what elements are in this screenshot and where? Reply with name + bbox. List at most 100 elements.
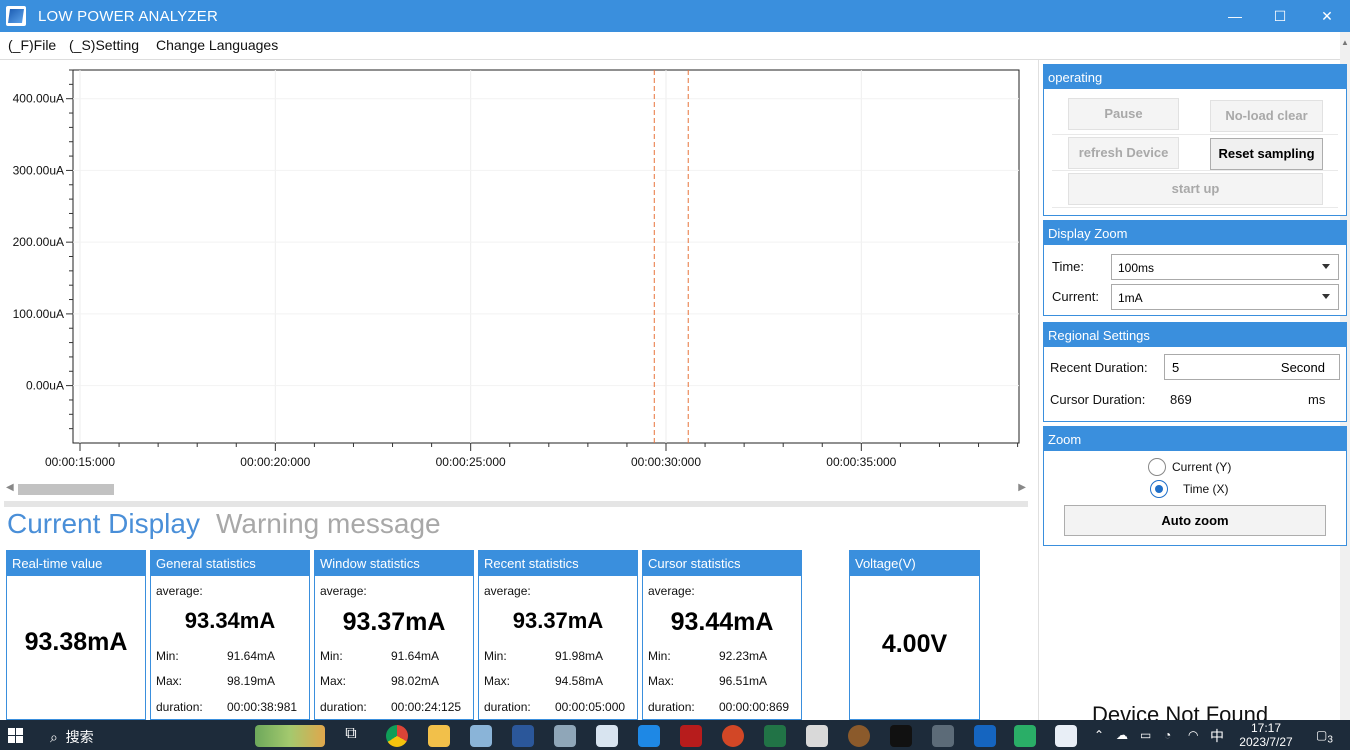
cursor-average-label: average:	[648, 584, 695, 598]
y-tick-label: 400.00uA	[13, 92, 64, 106]
network-app-icon[interactable]	[554, 725, 576, 747]
chevron-down-icon	[1322, 264, 1330, 269]
realtime-panel-title: Real-time value	[7, 551, 145, 576]
chart-horizontal-scrollbar[interactable]: ◀ ▶	[6, 480, 1026, 498]
minimize-button[interactable]: —	[1220, 4, 1250, 28]
window-duration-value: 00:00:24:125	[391, 700, 462, 714]
app-icon[interactable]	[932, 725, 954, 747]
clock-date: 2023/7/27	[1239, 735, 1293, 749]
noload-clear-button[interactable]: No-load clear	[1210, 100, 1323, 132]
general-average-label: average:	[156, 584, 203, 598]
app-icon[interactable]	[806, 725, 828, 747]
taskbar-clock[interactable]: 17:17 2023/7/27	[1236, 721, 1296, 749]
headset-icon[interactable]: ◔	[1164, 728, 1171, 742]
regional-settings-panel: Regional Settings Recent Duration: 5 Sec…	[1043, 322, 1347, 422]
plot-frame	[72, 69, 1020, 444]
right-separator	[1038, 60, 1039, 720]
task-view-icon[interactable]: ⧉	[340, 725, 362, 747]
low-power-analyzer-taskbar-icon[interactable]	[1055, 725, 1077, 747]
wifi-icon[interactable]: ◠	[1188, 728, 1198, 742]
jdm-app-icon[interactable]	[974, 725, 996, 747]
title-bar: LOW POWER ANALYZER — ☐ ✕	[0, 0, 1350, 32]
scroll-left-arrow-icon[interactable]: ◀	[6, 482, 14, 493]
close-button[interactable]: ✕	[1312, 4, 1342, 28]
current-chart[interactable]: 400.00uA 300.00uA 200.00uA 100.00uA 0.00uA 00…	[0, 60, 1030, 500]
notification-count: 3	[1327, 734, 1333, 746]
display-zoom-panel: Display Zoom Time: 100ms Current: 1mA	[1043, 220, 1347, 316]
file-explorer-icon[interactable]	[428, 725, 450, 747]
start-up-button[interactable]: start up	[1068, 173, 1323, 205]
time-x-label[interactable]: Time (X)	[1183, 482, 1229, 496]
y-tick-label: 200.00uA	[13, 235, 64, 249]
scroll-thumb[interactable]	[18, 484, 114, 495]
input-method-indicator[interactable]: 中	[1210, 726, 1224, 746]
cursor-average-value: 93.44mA	[670, 608, 774, 636]
menu-setting[interactable]: (_S)Setting	[69, 37, 139, 53]
app-icon[interactable]	[848, 725, 870, 747]
y-tick-label: 0.00uA	[26, 379, 64, 393]
recent-min-value: 91.98mA	[555, 649, 604, 663]
chrome-icon[interactable]	[386, 725, 408, 747]
filezilla-icon[interactable]	[680, 725, 702, 747]
recent-duration-input[interactable]: 5 Second	[1164, 354, 1340, 380]
terminal-icon[interactable]	[890, 725, 912, 747]
time-zoom-select[interactable]: 100ms	[1111, 254, 1339, 280]
cursor-duration-label: duration:	[648, 700, 695, 714]
tab-warning-message[interactable]: Warning message	[216, 508, 441, 540]
window-max-label: Max:	[320, 674, 347, 688]
time-zoom-value: 100ms	[1118, 261, 1155, 275]
zoom-panel: Zoom Current (Y) Time (X) Auto zoom	[1043, 426, 1347, 546]
tray-chevron-up-icon[interactable]: ⌃	[1094, 728, 1104, 742]
general-statistics-panel: General statistics average: 93.34mA Min:…	[150, 550, 310, 720]
battery-icon[interactable]: ▭	[1140, 728, 1151, 742]
cursor-duration-value: 00:00:00:869	[719, 700, 790, 714]
refresh-device-button[interactable]: refresh Device	[1068, 137, 1179, 169]
auto-zoom-button[interactable]: Auto zoom	[1064, 505, 1326, 536]
general-duration-label: duration:	[156, 700, 203, 714]
reset-sampling-button[interactable]: Reset sampling	[1210, 138, 1323, 170]
current-y-radio[interactable]	[1148, 458, 1166, 476]
row-separator	[1052, 170, 1338, 171]
maximize-button[interactable]: ☐	[1265, 4, 1295, 28]
row-separator	[1052, 207, 1338, 208]
notification-center-icon[interactable]: ▢3	[1316, 728, 1333, 745]
tab-current-display[interactable]: Current Display	[7, 508, 200, 540]
window-min-label: Min:	[320, 649, 343, 663]
taskbar: ⌕ 搜索 ⧉ ⌃ ☁ ▭ ◔ ◠ 中 17:17 2023/7/27 ▢3	[0, 720, 1350, 750]
calendar-app-icon[interactable]	[596, 725, 618, 747]
cursor-max-value: 96.51mA	[719, 674, 768, 688]
menu-change-languages[interactable]: Change Languages	[156, 37, 278, 53]
y-tick-label: 100.00uA	[13, 307, 64, 321]
cursor-duration-label: Cursor Duration:	[1050, 392, 1146, 407]
excel-icon[interactable]	[764, 725, 786, 747]
chevron-down-icon	[1322, 294, 1330, 299]
current-y-label[interactable]: Current (Y)	[1172, 460, 1231, 474]
time-zoom-label: Time:	[1052, 259, 1085, 274]
operating-title: operating	[1044, 65, 1346, 89]
app-icon[interactable]	[470, 725, 492, 747]
menu-file[interactable]: (_F)File	[8, 37, 56, 53]
cursor-duration-unit: ms	[1308, 392, 1326, 407]
recent-max-value: 94.58mA	[555, 674, 604, 688]
app-icon[interactable]	[638, 725, 660, 747]
word-icon[interactable]	[512, 725, 534, 747]
general-min-label: Min:	[156, 649, 179, 663]
window-statistics-title: Window statistics	[315, 551, 473, 576]
scroll-right-arrow-icon[interactable]: ▶	[1018, 482, 1026, 493]
search-highlight-image[interactable]	[255, 725, 325, 747]
wechat-icon[interactable]	[1014, 725, 1036, 747]
windows-start-icon[interactable]	[8, 728, 24, 744]
tray-app-icon[interactable]: ☁	[1116, 728, 1128, 742]
recent-statistics-panel: Recent statistics average: 93.37mA Min: …	[478, 550, 638, 720]
recent-duration-label: Recent Duration:	[1050, 360, 1148, 375]
x-tick-label: 00:00:30:000	[631, 455, 701, 469]
y-tick-label: 300.00uA	[13, 163, 64, 177]
splitter[interactable]	[4, 501, 1028, 507]
taskbar-search[interactable]: ⌕ 搜索	[50, 727, 94, 747]
current-zoom-select[interactable]: 1mA	[1111, 284, 1339, 310]
realtime-value: 93.38mA	[24, 628, 128, 656]
powerpoint-icon[interactable]	[722, 725, 744, 747]
current-chart-svg[interactable]: 400.00uA 300.00uA 200.00uA 100.00uA 0.00uA 00…	[0, 60, 1030, 480]
time-x-radio[interactable]	[1150, 480, 1168, 498]
pause-button[interactable]: Pause	[1068, 98, 1179, 130]
